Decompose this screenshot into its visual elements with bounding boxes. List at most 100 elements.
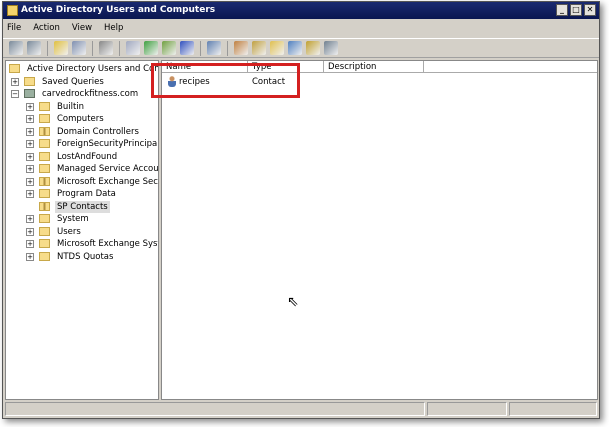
tree-item[interactable]: Active Directory Users and Comput — [6, 63, 158, 75]
menu-help[interactable]: Help — [104, 21, 123, 36]
expand-toggle[interactable]: + — [26, 127, 34, 136]
menu-file[interactable]: File — [7, 21, 21, 36]
expand-toggle[interactable]: − — [11, 90, 19, 98]
toolbar — [3, 38, 599, 58]
folder-icon — [39, 251, 50, 261]
expand-toggle[interactable]: + — [26, 227, 34, 236]
domain-icon — [24, 89, 35, 98]
expand-toggle[interactable]: + — [26, 165, 34, 173]
tree-item-label: Program Data — [57, 189, 116, 199]
tree-item[interactable]: + NTDS Quotas — [6, 251, 158, 263]
tree-item[interactable]: + ForeignSecurityPrincipals — [6, 138, 159, 150]
tree-item-label: Builtin — [57, 101, 85, 112]
show-hide-tree-icon[interactable] — [72, 41, 86, 55]
tree-pane: Active Directory Users and Comput + Saved … — [5, 60, 159, 400]
folder-icon — [39, 164, 50, 173]
tree-item-label: Computers — [57, 114, 104, 124]
export-icon[interactable] — [162, 41, 176, 55]
expand-toggle[interactable]: + — [26, 215, 34, 223]
new-group-icon[interactable] — [252, 41, 266, 55]
maximize-button[interactable]: □ — [570, 4, 582, 16]
tree-item[interactable]: + Domain Controllers — [6, 126, 158, 138]
ou-icon — [39, 126, 50, 136]
tree-item[interactable]: − carvedrockfitness.com — [6, 88, 158, 100]
folder-icon — [39, 114, 50, 123]
toolbar-separator — [227, 40, 228, 56]
tree-item-label: Active Directory Users and Comput — [27, 64, 158, 74]
tree-item-label: Domain Controllers — [57, 126, 139, 137]
folder-icon — [24, 76, 35, 86]
expand-toggle[interactable]: + — [26, 177, 34, 186]
toolbar-separator — [47, 40, 48, 56]
folder-icon — [39, 226, 50, 236]
tree-item[interactable]: + Managed Service Accounts — [6, 163, 159, 175]
ou-icon — [39, 176, 50, 186]
root-icon — [9, 64, 20, 73]
copy-icon[interactable] — [99, 41, 113, 55]
tree-item-label: LostAndFound — [57, 151, 118, 162]
tree-item[interactable]: + System — [6, 213, 158, 225]
expand-toggle[interactable]: + — [26, 190, 34, 198]
tree-item[interactable]: + Computers — [6, 113, 158, 125]
back-icon[interactable] — [9, 41, 23, 55]
tree-item[interactable]: + Users — [6, 226, 158, 238]
status-bar — [5, 402, 597, 417]
mouse-cursor-icon: ⇖ — [287, 294, 299, 310]
tree-item[interactable]: + Microsoft Exchange System — [6, 238, 158, 250]
expand-toggle[interactable]: + — [26, 102, 34, 111]
status-pane-3 — [509, 402, 597, 416]
filter-icon[interactable] — [288, 41, 302, 55]
expand-toggle[interactable]: + — [26, 240, 34, 248]
folder-icon — [39, 139, 50, 148]
add-to-group-icon[interactable] — [324, 41, 338, 55]
column-description[interactable]: Description — [324, 61, 424, 72]
toolbar-separator — [200, 40, 201, 56]
tree-item-label: SP Contacts — [55, 200, 110, 213]
list-pane: Name Type Description recipes Contact — [161, 60, 598, 400]
tree-item-label: Microsoft Exchange Securit — [57, 176, 158, 187]
toolbar-separator — [92, 40, 93, 56]
tree-item[interactable]: SP Contacts — [6, 200, 158, 213]
find-icon[interactable] — [306, 41, 320, 55]
properties-icon[interactable] — [126, 41, 140, 55]
tree-item-label: Users — [57, 226, 81, 237]
minimize-button[interactable]: _ — [556, 4, 568, 16]
menu-bar: File Action View Help — [7, 21, 123, 36]
forward-icon[interactable] — [27, 41, 41, 55]
tree-item[interactable]: + Saved Queries — [6, 76, 158, 88]
expand-toggle[interactable]: + — [26, 115, 34, 123]
refresh-icon[interactable] — [144, 41, 158, 55]
ou-icon — [39, 201, 50, 211]
expand-toggle[interactable]: + — [26, 152, 34, 161]
tree-item-label: Saved Queries — [42, 76, 104, 87]
tree-item-label: Microsoft Exchange System — [57, 239, 158, 249]
console-icon[interactable] — [207, 41, 221, 55]
new-user-icon[interactable] — [234, 41, 248, 55]
highlight-box — [151, 63, 300, 98]
expand-toggle[interactable]: + — [11, 77, 19, 86]
close-button[interactable]: ✕ — [584, 4, 596, 16]
tree-item-label: Managed Service Accounts — [57, 164, 159, 174]
tree-item[interactable]: + Microsoft Exchange Securit — [6, 176, 158, 188]
status-pane-2 — [427, 402, 507, 416]
tree-item-label: ForeignSecurityPrincipals — [57, 139, 159, 149]
tree-item[interactable]: + LostAndFound — [6, 151, 158, 163]
help-icon[interactable] — [180, 41, 194, 55]
tree-item[interactable]: + Program Data — [6, 188, 158, 200]
tree-item[interactable]: + Builtin — [6, 101, 158, 113]
folder-icon — [39, 101, 50, 111]
new-ou-icon[interactable] — [270, 41, 284, 55]
folder-icon — [39, 151, 50, 161]
up-icon[interactable] — [54, 41, 68, 55]
menu-action[interactable]: Action — [33, 21, 60, 36]
folder-icon — [39, 189, 50, 198]
folder-icon — [39, 214, 50, 223]
expand-toggle[interactable]: + — [26, 252, 34, 261]
window-title: Active Directory Users and Computers — [21, 5, 216, 15]
title-bar: Active Directory Users and Computers _ □… — [3, 2, 599, 19]
menu-view[interactable]: View — [72, 21, 92, 36]
status-pane-1 — [5, 402, 425, 416]
main-window: Active Directory Users and Computers _ □… — [2, 1, 600, 419]
app-icon — [7, 5, 18, 16]
expand-toggle[interactable]: + — [26, 140, 34, 148]
